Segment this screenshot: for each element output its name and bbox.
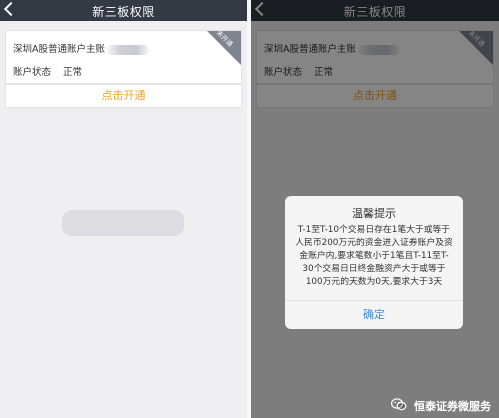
alert-dialog: 温馨提示 T-1至T-10个交易日存在1笔大于或等于人民币200万元的资金进入证… (285, 196, 463, 329)
not-open-badge: 未开通 (194, 31, 241, 69)
watermark: 恒泰证券微服务 (390, 398, 491, 414)
page-title: 新三板权限 (92, 5, 155, 19)
wechat-icon (390, 398, 407, 414)
dialog-message: T-1至T-10个交易日存在1笔大于或等于人民币200万元的资金进入证券账户及资… (295, 225, 453, 287)
account-label: 深圳A股普通账户主账 (13, 44, 105, 55)
status-label: 账户状态 (13, 67, 52, 78)
left-screen: 新三板权限 深圳A股普通账户主账 账户状态 正常 未开通 点击开通 (0, 0, 247, 418)
nav-bar: 新三板权限 (0, 0, 247, 21)
account-card: 深圳A股普通账户主账 账户状态 正常 未开通 (5, 30, 242, 84)
open-permission-button[interactable]: 点击开通 (5, 84, 242, 108)
account-row: 深圳A股普通账户主账 (13, 41, 149, 55)
status-row: 账户状态 正常 (13, 64, 82, 78)
dialog-title: 温馨提示 (352, 207, 396, 220)
watermark-text: 恒泰证券微服务 (414, 400, 491, 413)
right-screen: 新三板权限 深圳A股普通账户主账 账户状态 正常 未开通 点击开通 温馨提示 T-… (251, 0, 499, 418)
masked-account-number (107, 44, 149, 55)
confirm-button[interactable]: 确定 (285, 300, 463, 329)
loading-toast (62, 210, 184, 236)
status-value: 正常 (63, 67, 83, 78)
